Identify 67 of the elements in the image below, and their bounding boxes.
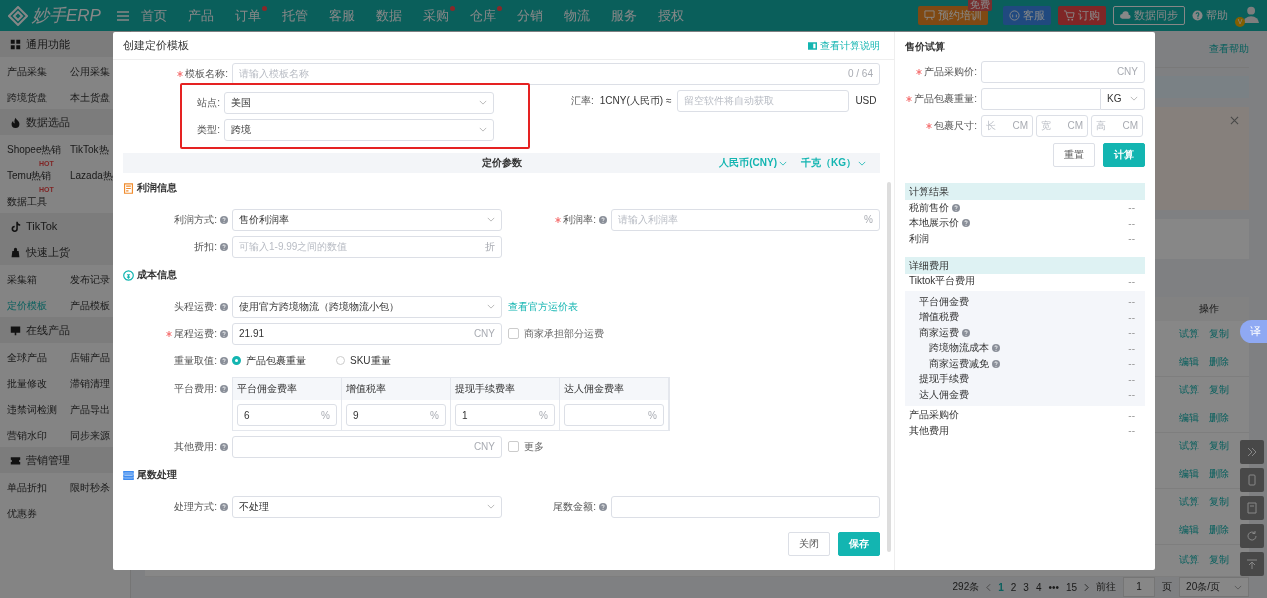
result-label: 商家运费 [919,325,959,340]
field-label: 处理方式: [173,499,217,514]
result-value: -- [1128,342,1135,354]
group-title: 通用功能 [26,36,70,52]
rate-text: 1CNY(人民币) ≈ [599,93,672,108]
result-label: 跨境物流成本 [929,341,989,356]
field-label: 头程运费: [173,299,217,314]
field-label: 类型: [196,122,221,137]
field-label: 平台费用: [173,382,217,396]
result-value: -- [1128,389,1135,401]
currency-label: USD [855,95,877,106]
result-value: -- [1128,327,1135,339]
column-header: 平台佣金费率 [233,378,342,400]
field-label: 尾数金额: [552,499,596,514]
field-label: 包裹尺寸: [934,118,977,133]
result-value: -- [1128,373,1135,385]
result-value: -- [1128,233,1135,245]
result-label: 本地展示价 [909,216,959,231]
total-count: 292条 [952,580,980,595]
group-title: TikTok [26,220,58,232]
group-title: 营销管理 [26,452,70,468]
field-label: 其他费用: [173,439,217,454]
result-value: -- [1128,217,1135,229]
page-unit: 页 [1162,580,1173,595]
field-label: 折扣: [193,239,217,254]
result-label: 其他费用 [909,423,949,438]
section-title: 利润信息 [137,181,177,195]
column-header: 操作 [1198,301,1220,316]
result-label: 利润 [909,231,930,246]
field-label: 汇率: [571,93,594,108]
result-label: 增值税费 [919,310,960,325]
result-value: -- [1128,358,1135,370]
result-header: 计算结果 [905,183,1145,200]
field-label: 模板名称: [185,66,228,81]
column-header: 达人佣金费率 [560,378,669,400]
field-label: 产品包裹重量: [914,91,977,106]
result-label: 提现手续费 [919,372,970,387]
result-label: 产品采购价 [909,408,959,423]
group-title: 数据选品 [26,114,70,130]
goto-label: 前往 [1096,580,1117,595]
result-label: 商家运费减免 [929,356,989,371]
field-label: 产品采购价: [924,64,977,79]
result-value: -- [1128,275,1135,287]
column-header: 提现手续费率 [451,378,560,400]
result-value: -- [1128,425,1135,437]
result-label: 税前售价 [909,200,949,215]
group-title: 在线产品 [26,322,70,338]
field-label: 利润率: [563,212,596,227]
section-title: 尾数处理 [137,468,177,482]
result-label: Tiktok平台费用 [909,274,976,289]
result-label: 达人佣金费 [919,387,970,402]
result-value: -- [1128,202,1135,214]
column-header: 增值税率 [342,378,451,400]
panel-title: 售价试算 [905,40,946,54]
field-label: 站点: [196,95,221,110]
field-label: 尾程运费: [174,326,217,341]
group-title: 快速上货 [26,244,70,260]
result-value: -- [1128,409,1135,421]
section-title: 成本信息 [137,268,177,282]
result-value: -- [1128,296,1135,308]
band-title: 定价参数 [481,156,522,170]
field-label: 利润方式: [173,212,217,227]
detail-header: 详细费用 [905,256,1145,274]
field-label: 重量取值: [173,353,217,368]
result-label: 平台佣金费 [919,294,970,309]
free-badge: 免费 [968,0,992,11]
result-value: -- [1128,311,1135,323]
